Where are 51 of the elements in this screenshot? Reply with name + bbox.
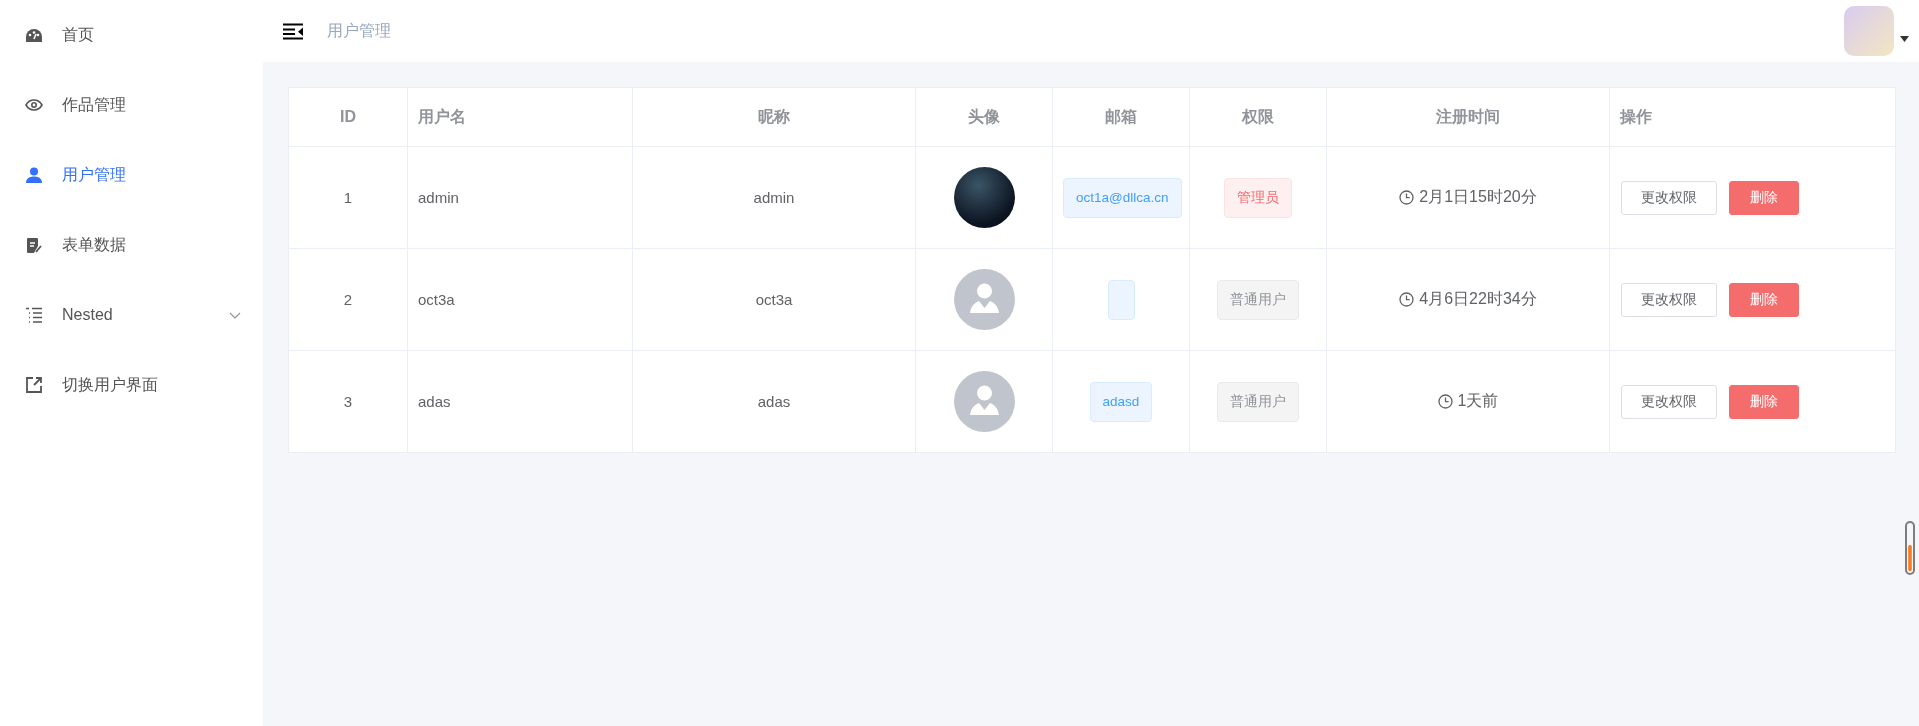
eye-icon bbox=[25, 99, 43, 111]
document-edit-icon bbox=[25, 236, 43, 254]
column-header: 操作 bbox=[1609, 87, 1896, 147]
column-header: 头像 bbox=[915, 87, 1053, 147]
table-cell: adas bbox=[407, 350, 633, 453]
table-cell: 2 bbox=[288, 248, 408, 351]
sidebar-item[interactable]: 用户管理 bbox=[0, 140, 263, 210]
table-cell: oct3a bbox=[632, 248, 916, 351]
list-icon bbox=[25, 307, 43, 323]
photo-placeholder bbox=[953, 167, 1015, 228]
breadcrumb: 用户管理 bbox=[327, 20, 392, 41]
column-header: 权限 bbox=[1189, 87, 1327, 147]
sidebar-item[interactable]: 首页 bbox=[0, 0, 263, 70]
table-cell: adas bbox=[632, 350, 916, 453]
table-cell: oct3a bbox=[407, 248, 633, 351]
column-header: 注册时间 bbox=[1326, 87, 1610, 147]
role-tag: 普通用户 bbox=[1217, 381, 1299, 422]
clock-icon bbox=[1399, 190, 1415, 205]
table-cell: 3 bbox=[288, 350, 408, 453]
change-permission-button[interactable]: 更改权限 bbox=[1621, 180, 1717, 215]
menu-icon[interactable] bbox=[283, 22, 303, 40]
clock-icon bbox=[1437, 394, 1453, 409]
sidebar-item[interactable]: 切换用户界面 bbox=[0, 350, 263, 420]
dashboard-icon bbox=[25, 27, 43, 43]
table-cell: 1 bbox=[288, 146, 408, 249]
sidebar-item[interactable]: 表单数据 bbox=[0, 210, 263, 280]
registration-time: 4月6日22时34分 bbox=[1419, 289, 1537, 309]
role-tag: 普通用户 bbox=[1217, 279, 1299, 320]
registration-time: 2月1日15时20分 bbox=[1419, 187, 1537, 207]
change-permission-button[interactable]: 更改权限 bbox=[1621, 282, 1717, 317]
registration-time: 1天前 bbox=[1457, 391, 1499, 411]
clock-icon bbox=[1399, 292, 1415, 307]
table-cell: admin bbox=[632, 146, 916, 249]
default-avatar-icon bbox=[953, 269, 1015, 330]
external-link-icon bbox=[25, 376, 43, 394]
email-tag: adasd bbox=[1089, 381, 1153, 422]
email-tag bbox=[1107, 279, 1135, 320]
column-header: ID bbox=[288, 87, 408, 147]
column-header: 用户名 bbox=[407, 87, 633, 147]
caret-icon[interactable] bbox=[1900, 36, 1909, 42]
table-cell: admin bbox=[407, 146, 633, 249]
email-tag: oct1a@dllca.cn bbox=[1063, 177, 1182, 218]
change-permission-button[interactable]: 更改权限 bbox=[1621, 384, 1717, 419]
sidebar-item[interactable]: 作品管理 bbox=[0, 70, 263, 140]
thermometer-drawing bbox=[1905, 521, 1915, 575]
sidebar-item[interactable]: Nested bbox=[0, 280, 263, 350]
column-header: 邮箱 bbox=[1052, 87, 1190, 147]
user-icon bbox=[25, 167, 43, 183]
column-header: 昵称 bbox=[632, 87, 916, 147]
role-tag: 管理员 bbox=[1224, 177, 1292, 218]
default-avatar-icon bbox=[953, 371, 1015, 432]
